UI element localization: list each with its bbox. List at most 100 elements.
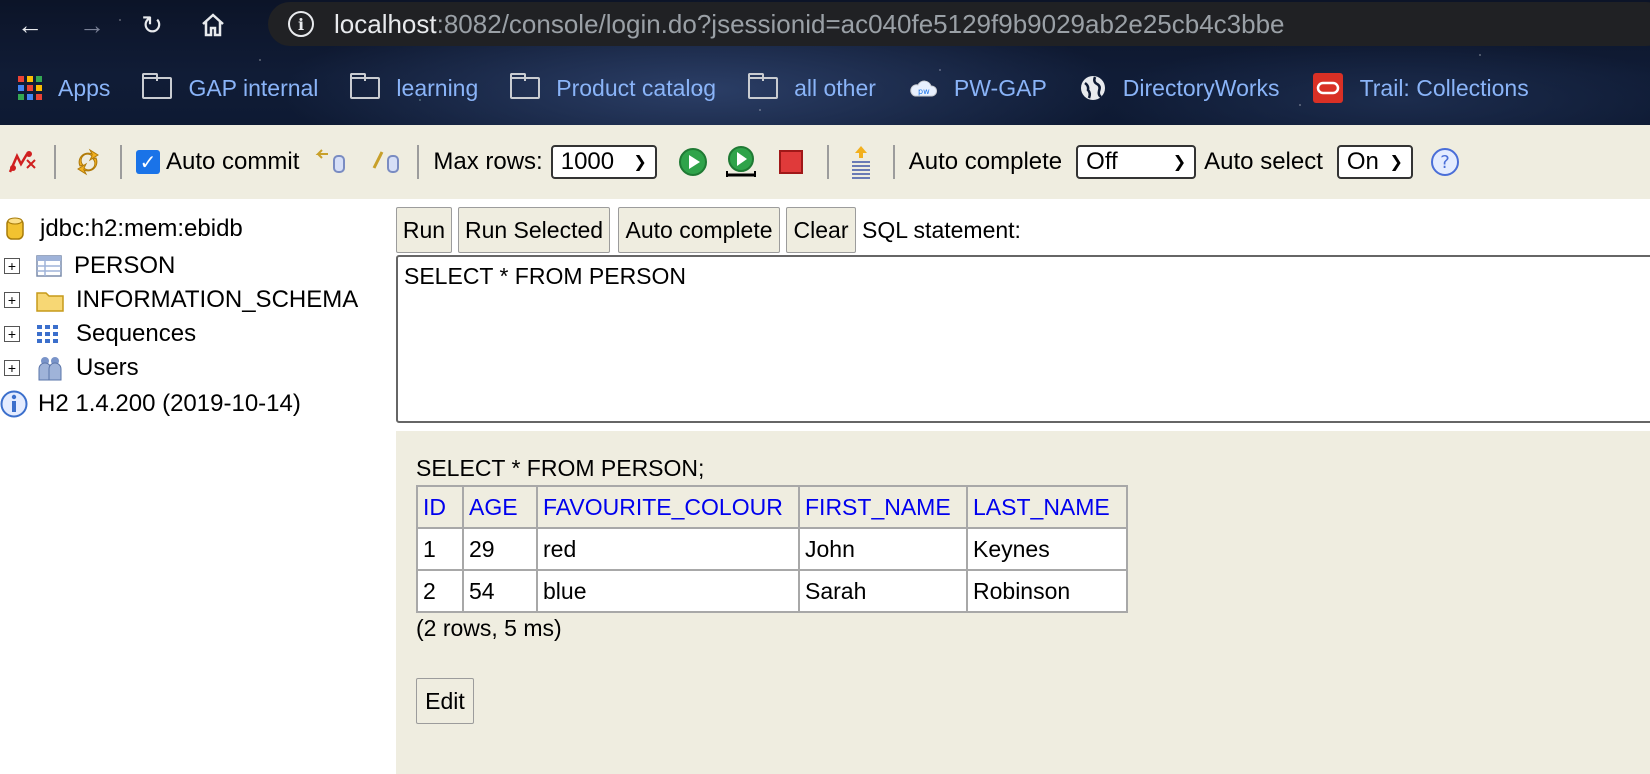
sql-statement-label: SQL statement: — [862, 217, 1021, 243]
result-query-echo: SELECT * FROM PERSON; — [416, 455, 705, 481]
clear-button[interactable]: Clear — [786, 207, 856, 253]
tree-item-label: Sequences — [76, 320, 197, 347]
auto-commit-checkbox[interactable]: ✓ Auto commit — [136, 148, 299, 176]
chevron-down-icon: ❯ — [633, 154, 647, 171]
browser-nav-row: ← → ↻ i localhost:8082/console/login.do?… — [0, 0, 1650, 50]
auto-complete-button[interactable]: Auto complete — [618, 207, 780, 253]
table-cell: blue — [536, 569, 800, 613]
help-icon[interactable]: ? — [1427, 144, 1463, 180]
sql-editor[interactable]: SELECT * FROM PERSON — [396, 255, 1650, 423]
result-summary: (2 rows, 5 ms) — [416, 615, 562, 641]
tree-item-information-schema[interactable]: + INFORMATION_SCHEMA — [0, 283, 358, 317]
refresh-icon[interactable] — [70, 144, 106, 180]
bookmarks-bar: Apps GAP internal learning Product catal… — [0, 66, 1650, 110]
forward-arrow-icon[interactable]: → — [74, 7, 110, 43]
reload-icon[interactable]: ↻ — [134, 7, 170, 43]
schema-tree: jdbc:h2:mem:ebidb + PERSON + INFORMATION… — [0, 199, 396, 774]
stop-icon[interactable] — [773, 144, 809, 180]
table-cell: 29 — [462, 527, 538, 571]
tree-item-sequences[interactable]: + Sequences — [0, 317, 196, 351]
table-cell: red — [536, 527, 800, 571]
auto-complete-label: Auto complete — [908, 148, 1063, 175]
history-icon[interactable] — [843, 144, 879, 180]
chevron-down-icon: ❯ — [1389, 154, 1403, 171]
auto-select-select[interactable]: On ❯ — [1336, 145, 1413, 179]
expand-icon[interactable]: + — [4, 258, 20, 274]
folder-icon — [36, 288, 64, 312]
h2-toolbar: ✓ Auto commit Max rows: 1000 ❯ Auto comp… — [0, 125, 1650, 199]
bookmark-directoryworks[interactable]: DirectoryWorks — [1079, 74, 1280, 102]
run-selected-icon[interactable] — [723, 144, 759, 180]
table-icon — [36, 255, 62, 277]
table-row: 1 29 red John Keynes — [416, 527, 1128, 571]
toolbar-separator — [54, 145, 56, 179]
run-icon[interactable] — [675, 144, 711, 180]
bookmark-label: DirectoryWorks — [1122, 74, 1280, 101]
commit-icon[interactable] — [367, 144, 403, 180]
info-icon — [0, 390, 28, 418]
run-selected-button[interactable]: Run Selected — [458, 207, 610, 253]
table-header-row: ID AGE FAVOURITE_COLOUR FIRST_NAME LAST_… — [416, 485, 1128, 529]
column-header-age[interactable]: AGE — [462, 485, 538, 529]
max-rows-value: 1000 — [560, 148, 615, 175]
auto-select-value: On — [1346, 148, 1379, 175]
tree-item-person[interactable]: + PERSON — [0, 249, 175, 283]
result-table: ID AGE FAVOURITE_COLOUR FIRST_NAME LAST_… — [416, 485, 1128, 613]
table-row: 2 54 blue Sarah Robinson — [416, 569, 1128, 613]
tree-version: H2 1.4.200 (2019-10-14) — [0, 387, 301, 421]
query-panel: Run Run Selected Auto complete Clear SQL… — [396, 199, 1650, 427]
back-arrow-icon[interactable]: ← — [12, 7, 48, 43]
result-panel: SELECT * FROM PERSON; ID AGE FAVOURITE_C… — [396, 431, 1650, 774]
svg-text:pw: pw — [918, 87, 930, 96]
bookmark-apps[interactable]: Apps — [18, 75, 110, 102]
browser-chrome: ← → ↻ i localhost:8082/console/login.do?… — [0, 0, 1650, 125]
tree-connection[interactable]: jdbc:h2:mem:ebidb — [0, 212, 243, 246]
home-icon[interactable] — [195, 7, 231, 43]
address-bar[interactable]: i localhost:8082/console/login.do?jsessi… — [268, 2, 1650, 46]
toolbar-separator — [120, 145, 122, 179]
bookmark-gap-internal[interactable]: GAP internal — [142, 73, 319, 102]
bookmark-label: all other — [794, 74, 876, 101]
bookmark-learning[interactable]: learning — [350, 73, 479, 102]
oracle-icon — [1312, 72, 1344, 104]
toolbar-separator — [417, 145, 420, 179]
bookmark-label: Apps — [58, 74, 111, 101]
auto-commit-label: Auto commit — [166, 148, 300, 175]
table-cell: Sarah — [798, 569, 968, 613]
bookmark-label: learning — [396, 74, 479, 101]
auto-complete-select[interactable]: Off ❯ — [1076, 145, 1197, 179]
max-rows-select[interactable]: 1000 ❯ — [550, 145, 657, 179]
bookmark-label: Product catalog — [556, 74, 717, 101]
max-rows-label: Max rows: — [433, 148, 543, 175]
database-icon — [6, 216, 24, 242]
cloud-icon: pw — [908, 77, 938, 99]
tree-item-users[interactable]: + Users — [0, 351, 139, 385]
run-button[interactable]: Run — [396, 207, 452, 253]
expand-icon[interactable]: + — [4, 360, 20, 376]
rollback-icon[interactable] — [313, 144, 349, 180]
url-text[interactable]: localhost:8082/console/login.do?jsession… — [334, 9, 1285, 40]
bookmark-trail-collections[interactable]: Trail: Collections — [1312, 72, 1529, 104]
column-header-first-name[interactable]: FIRST_NAME — [798, 485, 968, 529]
expand-icon[interactable]: + — [4, 292, 20, 308]
disconnect-icon[interactable] — [4, 144, 40, 180]
bookmark-product-catalog[interactable]: Product catalog — [510, 73, 717, 102]
sequences-icon — [36, 323, 64, 345]
tree-item-label: INFORMATION_SCHEMA — [76, 286, 359, 313]
bookmark-pw-gap[interactable]: pw PW-GAP — [908, 75, 1047, 102]
table-cell: John — [798, 527, 968, 571]
column-header-id[interactable]: ID — [416, 485, 464, 529]
checkmark-icon: ✓ — [136, 150, 160, 174]
tree-item-label: PERSON — [74, 252, 176, 279]
edit-button[interactable]: Edit — [416, 678, 474, 724]
column-header-last-name[interactable]: LAST_NAME — [966, 485, 1128, 529]
table-cell: 2 — [416, 569, 464, 613]
site-info-icon[interactable]: i — [288, 11, 314, 37]
bookmark-label: GAP internal — [188, 74, 319, 101]
globe-icon — [1079, 74, 1107, 102]
folder-icon — [510, 73, 541, 99]
expand-icon[interactable]: + — [4, 326, 20, 342]
column-header-favourite-colour[interactable]: FAVOURITE_COLOUR — [536, 485, 800, 529]
bookmark-label: Trail: Collections — [1359, 74, 1529, 101]
bookmark-all-other[interactable]: all other — [748, 73, 876, 102]
